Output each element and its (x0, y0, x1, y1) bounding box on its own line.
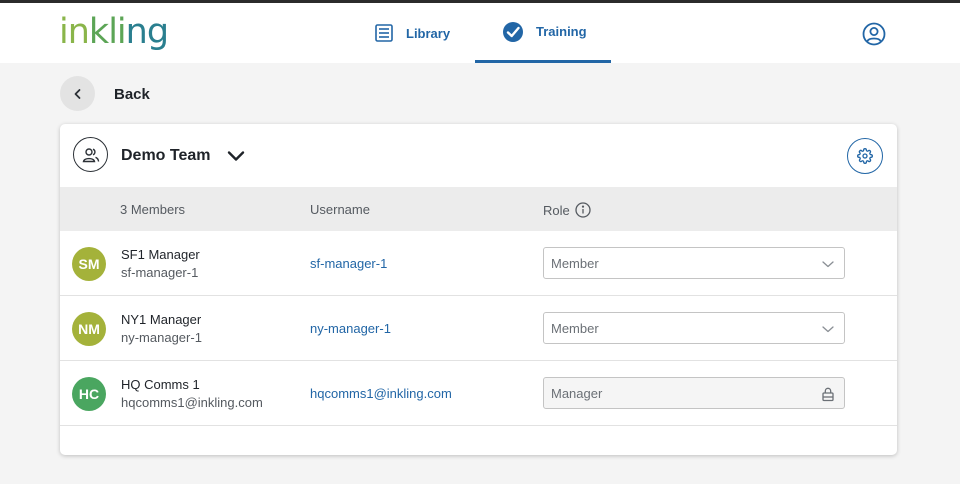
team-icon (73, 137, 108, 172)
member-subtitle: sf-manager-1 (121, 265, 199, 280)
table-row: HC HQ Comms 1 hqcomms1@inkling.com hqcom… (60, 361, 897, 426)
back-label[interactable]: Back (114, 86, 150, 103)
role-header: Role (543, 202, 591, 218)
member-username-link[interactable]: hqcomms1@inkling.com (310, 386, 452, 401)
team-settings-button[interactable] (847, 138, 883, 174)
app-header: inkling Library Training (0, 3, 960, 63)
logo-part: k (88, 12, 109, 52)
team-name: Demo Team (121, 147, 211, 164)
member-subtitle: hqcomms1@inkling.com (121, 395, 263, 410)
logo-part: ng (125, 12, 169, 52)
chevron-down-icon (822, 326, 834, 333)
role-select[interactable]: Member (543, 312, 845, 344)
role-select[interactable]: Member (543, 247, 845, 279)
role-select-value: Member (551, 320, 599, 336)
member-username-link[interactable]: ny-manager-1 (310, 321, 391, 336)
member-username-link[interactable]: sf-manager-1 (310, 256, 387, 271)
chevron-down-icon (822, 261, 834, 268)
user-account-icon[interactable] (862, 22, 886, 46)
role-header-label: Role (543, 202, 570, 218)
table-row: SM SF1 Manager sf-manager-1 sf-manager-1… (60, 231, 897, 296)
tab-library-label: Library (406, 25, 451, 41)
team-header: Demo Team (60, 124, 897, 187)
tab-library[interactable]: Library (374, 3, 450, 63)
table-header: 3 Members Username Role (60, 187, 897, 231)
logo-part: li (108, 12, 126, 52)
tab-training-label: Training (536, 24, 587, 39)
chevron-down-icon[interactable] (226, 148, 246, 164)
check-circle-icon (503, 21, 523, 42)
info-icon[interactable] (575, 202, 591, 218)
username-header: Username (310, 202, 370, 217)
role-select-value: Manager (551, 385, 603, 401)
gear-icon (857, 148, 873, 164)
inkling-logo[interactable]: inkling (59, 12, 169, 52)
member-subtitle: ny-manager-1 (121, 330, 202, 345)
member-name: NY1 Manager (121, 312, 202, 327)
library-icon (375, 24, 393, 42)
team-card: Demo Team 3 Members Username Role SM SF1… (60, 124, 897, 455)
member-name: HQ Comms 1 (121, 377, 200, 392)
role-select-value: Member (551, 255, 599, 271)
avatar: HC (72, 377, 106, 411)
logo-part: in (59, 12, 90, 52)
lock-icon (822, 387, 834, 402)
role-select-locked: Manager (543, 377, 845, 409)
avatar: SM (72, 247, 106, 281)
back-button[interactable] (60, 76, 95, 111)
member-name: SF1 Manager (121, 247, 200, 262)
members-count-header: 3 Members (120, 202, 186, 217)
tab-training[interactable]: Training (475, 3, 611, 63)
table-row: NM NY1 Manager ny-manager-1 ny-manager-1… (60, 296, 897, 361)
chevron-left-icon (74, 88, 80, 99)
avatar: NM (72, 312, 106, 346)
